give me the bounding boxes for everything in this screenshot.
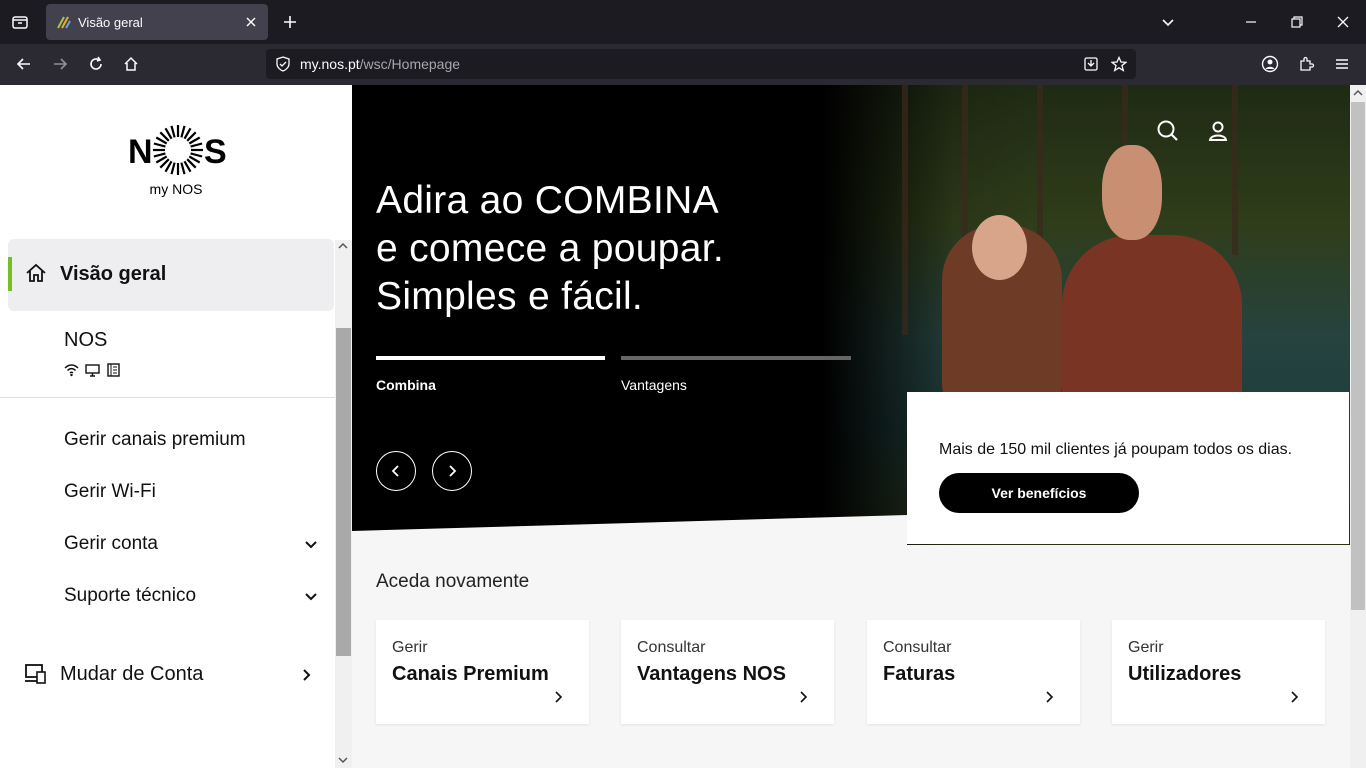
card-title: Utilizadores <box>1128 663 1242 685</box>
switch-account-link[interactable]: Mudar de Conta <box>60 663 203 686</box>
chevron-right-icon <box>1291 691 1299 703</box>
carousel-prev-button[interactable] <box>376 451 416 491</box>
chevron-right-icon <box>449 465 457 477</box>
close-window-icon[interactable] <box>1333 12 1353 32</box>
tab-list-chevron-icon[interactable] <box>1158 12 1178 32</box>
scroll-up-arrow-icon[interactable] <box>1353 89 1363 97</box>
promo-text: Mais de 150 mil clientes já poupam todos… <box>939 441 1293 458</box>
shortcut-card-premium-channels[interactable]: Gerir Canais Premium <box>376 620 589 724</box>
sidebar-item-overview[interactable]: Visão geral <box>8 239 334 311</box>
hero-headline: Adira ao COMBINA e comece a poupar. Simp… <box>376 179 724 318</box>
tab-overview-icon[interactable] <box>10 12 30 32</box>
card-action: Consultar <box>883 639 952 656</box>
carousel-progress-inactive <box>621 356 851 360</box>
home-icon <box>26 263 46 282</box>
tv-icon <box>85 364 100 377</box>
sidebar-item-premium-channels[interactable]: Gerir canais premium <box>64 429 246 451</box>
user-icon[interactable] <box>1206 119 1230 143</box>
tracking-protection-shield-icon[interactable] <box>274 55 292 73</box>
page-scrollbar-thumb[interactable] <box>1351 102 1365 610</box>
promo-box: Mais de 150 mil clientes já poupam todos… <box>907 392 1349 544</box>
sidebar-item-overview-label: Visão geral <box>60 263 167 285</box>
woman-face <box>972 215 1027 280</box>
browser-toolbar: my.nos.pt/wsc/Homepage <box>0 44 1366 85</box>
forward-icon[interactable] <box>50 54 70 74</box>
service-name[interactable]: NOS <box>64 329 107 352</box>
sidebar-item-account[interactable]: Gerir conta <box>64 533 158 555</box>
url-bar[interactable]: my.nos.pt/wsc/Homepage <box>266 49 1136 79</box>
sidebar-item-wifi[interactable]: Gerir Wi-Fi <box>64 481 156 503</box>
switch-account-icon <box>25 664 46 684</box>
card-action: Consultar <box>637 639 706 656</box>
search-icon[interactable] <box>1156 119 1180 143</box>
see-benefits-button[interactable]: Ver benefícios <box>939 473 1139 513</box>
chevron-right-icon <box>555 691 563 703</box>
account-icon[interactable] <box>1260 54 1280 74</box>
chevron-right-icon <box>800 691 808 703</box>
url-text[interactable]: my.nos.pt/wsc/Homepage <box>300 56 460 72</box>
chevron-down-icon[interactable] <box>304 538 318 552</box>
logo-letter-s: S <box>204 133 227 171</box>
sidebar: N S my NOS Visão geral NOS Gerir canais … <box>0 85 352 768</box>
card-title: Canais Premium <box>392 663 549 685</box>
carousel-next-button[interactable] <box>432 451 472 491</box>
card-title: Faturas <box>883 663 956 685</box>
close-tab-icon[interactable] <box>242 13 260 31</box>
chevron-left-icon <box>391 465 399 477</box>
tab-title: Visão geral <box>78 14 143 30</box>
card-title: Vantagens NOS <box>637 663 786 685</box>
carousel-tab-combina[interactable]: Combina <box>376 377 436 393</box>
minimize-icon[interactable] <box>1241 12 1261 32</box>
home-icon[interactable] <box>121 54 141 74</box>
restore-icon[interactable] <box>1287 12 1307 32</box>
sidebar-scrollbar-thumb[interactable] <box>336 328 351 656</box>
browser-tab-strip: Visão geral <box>0 0 1366 44</box>
extensions-icon[interactable] <box>1296 54 1316 74</box>
nos-favicon-icon <box>57 16 71 29</box>
shortcut-card-users[interactable]: Gerir Utilizadores <box>1112 620 1325 724</box>
wifi-icon <box>64 364 79 377</box>
active-indicator <box>8 257 12 291</box>
page-viewport: N S my NOS Visão geral NOS Gerir canais … <box>0 85 1366 768</box>
new-tab-icon[interactable] <box>280 12 300 32</box>
logo-subtitle: my NOS <box>149 181 203 197</box>
app-menu-icon[interactable] <box>1332 54 1352 74</box>
chevron-down-icon[interactable] <box>304 590 318 604</box>
sidebar-divider <box>0 397 335 398</box>
reload-icon[interactable] <box>86 54 106 74</box>
card-action: Gerir <box>1128 639 1164 656</box>
phone-landline-icon <box>107 363 120 377</box>
card-action: Gerir <box>392 639 428 656</box>
scroll-down-arrow-icon[interactable] <box>338 756 348 764</box>
logo-letter-n: N <box>128 133 153 171</box>
browser-tab[interactable]: Visão geral <box>46 4 268 40</box>
carousel-tab-vantagens[interactable]: Vantagens <box>621 377 687 393</box>
shortcut-card-nos-benefits[interactable]: Consultar Vantagens NOS <box>621 620 834 724</box>
man-face <box>1102 145 1162 240</box>
shortcut-card-invoices[interactable]: Consultar Faturas <box>867 620 1080 724</box>
scroll-up-arrow-icon[interactable] <box>338 242 348 250</box>
service-icons <box>64 363 121 377</box>
carousel-progress-active <box>376 356 605 360</box>
save-to-pocket-icon[interactable] <box>1082 55 1100 73</box>
bookmark-star-icon[interactable] <box>1110 55 1128 73</box>
chevron-right-icon <box>1046 691 1054 703</box>
sidebar-item-support[interactable]: Suporte técnico <box>64 585 196 607</box>
section-title: Aceda novamente <box>376 571 530 592</box>
back-icon[interactable] <box>14 54 34 74</box>
logo-sun-icon <box>153 125 203 175</box>
chevron-right-icon[interactable] <box>300 668 314 682</box>
